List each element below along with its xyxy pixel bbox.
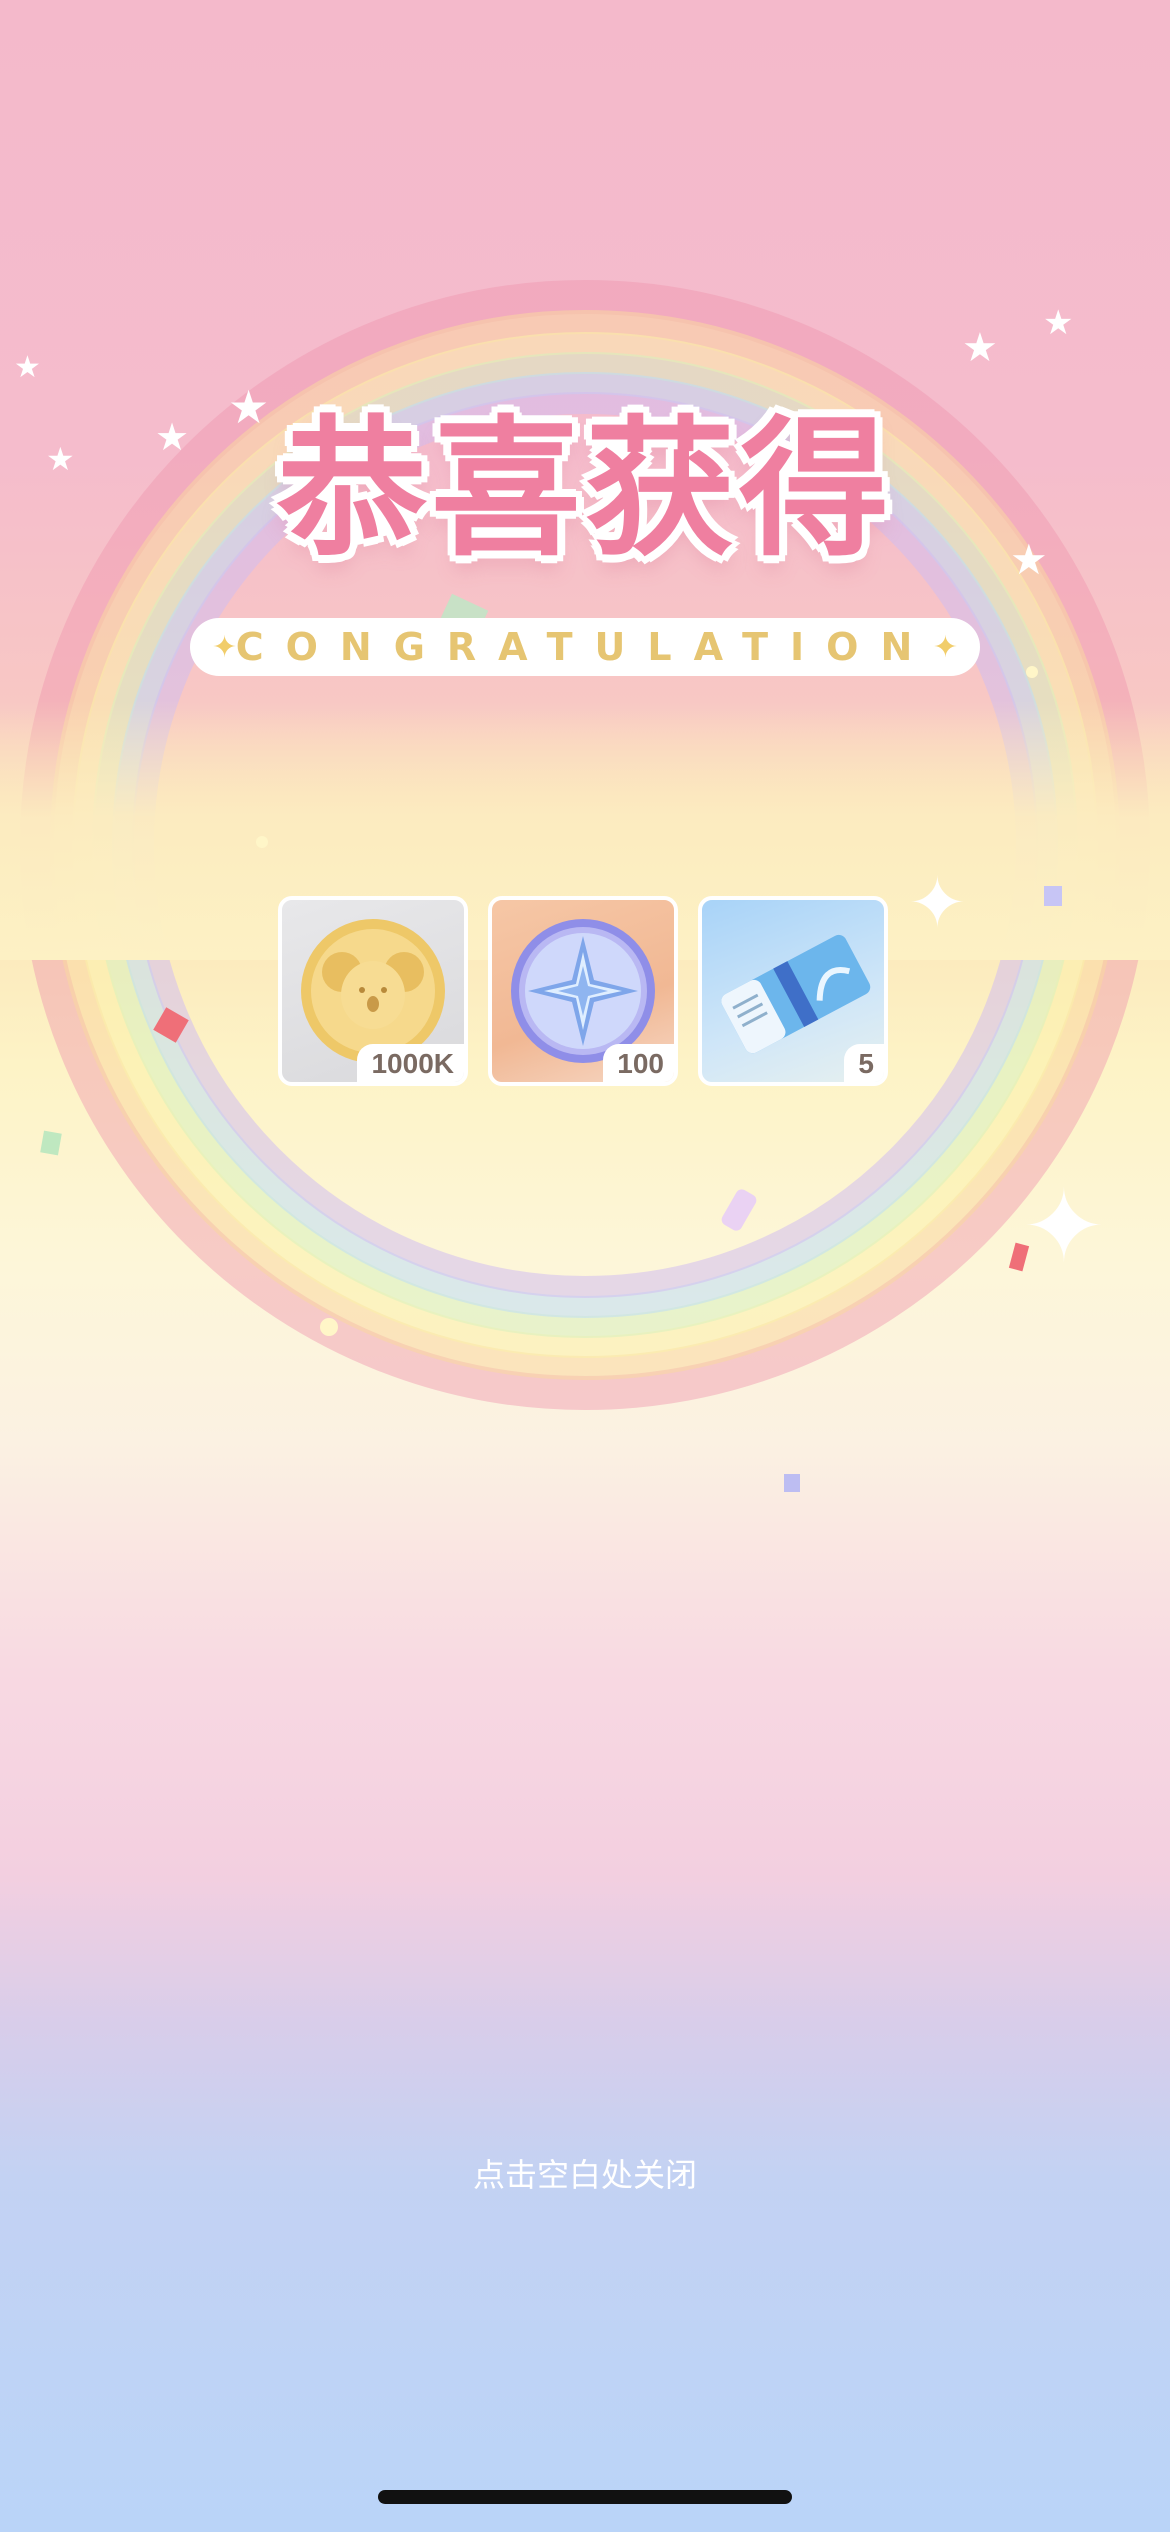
sparkle-icon: ✦ xyxy=(1022,1168,1106,1285)
star-icon: ★ xyxy=(962,325,998,371)
sparkle-icon: ✦ xyxy=(212,630,238,665)
star-icon: ★ xyxy=(1043,303,1074,343)
reward-list: 1000K 100 5 xyxy=(278,896,888,1086)
reward-quantity: 5 xyxy=(844,1044,884,1082)
sparkle-icon: ✦ xyxy=(932,630,958,665)
tap-blank-to-close-hint[interactable]: 点击空白处关闭 xyxy=(0,2150,1170,2196)
glow-dot xyxy=(1026,666,1038,678)
home-indicator[interactable] xyxy=(378,2490,792,2504)
reward-item-ticket[interactable]: 5 xyxy=(698,896,888,1086)
star-icon: ★ xyxy=(14,350,41,385)
reward-quantity: 100 xyxy=(603,1044,674,1082)
reward-quantity: 1000K xyxy=(357,1044,464,1082)
reward-item-coin[interactable]: 1000K xyxy=(278,896,468,1086)
reward-item-medal[interactable]: 100 xyxy=(488,896,678,1086)
title-congratulation-en: CONGRATULATION xyxy=(235,625,935,669)
title-block: 恭喜获得 xyxy=(0,400,1170,580)
glow-dot xyxy=(320,1318,338,1336)
title-congratulations-cn: 恭喜获得 xyxy=(276,403,893,577)
congratulation-banner: ✦ CONGRATULATION ✦ xyxy=(190,618,980,676)
confetti-piece xyxy=(40,1130,62,1156)
sparkle-icon: ✦ xyxy=(908,862,967,944)
confetti-piece xyxy=(784,1474,800,1492)
confetti-piece xyxy=(1044,886,1062,906)
glow-dot xyxy=(256,836,268,848)
